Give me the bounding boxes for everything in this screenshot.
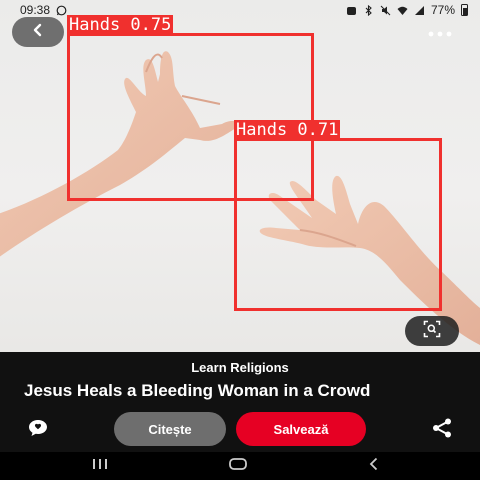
more-options-button[interactable] bbox=[421, 22, 459, 44]
share-button[interactable] bbox=[428, 418, 456, 442]
share-icon bbox=[431, 417, 453, 444]
whatsapp-icon bbox=[56, 5, 67, 16]
wifi-icon bbox=[397, 5, 408, 16]
chevron-left-icon bbox=[31, 23, 45, 42]
back-nav-button[interactable] bbox=[362, 457, 386, 476]
mute-icon bbox=[380, 5, 391, 16]
home-button[interactable] bbox=[226, 457, 250, 476]
visual-search-icon bbox=[423, 320, 441, 343]
detection-box-2 bbox=[234, 138, 442, 311]
recent-apps-button[interactable] bbox=[88, 458, 112, 474]
battery-icon bbox=[461, 4, 468, 16]
read-button[interactable]: Citește bbox=[114, 412, 226, 446]
status-time: 09:38 bbox=[20, 3, 51, 17]
source-name[interactable]: Learn Religions bbox=[0, 360, 480, 375]
more-dots-icon bbox=[428, 24, 452, 42]
notification-icon bbox=[346, 5, 357, 16]
status-bar: 09:38 77% bbox=[0, 0, 480, 20]
comment-button[interactable] bbox=[22, 418, 54, 442]
visual-search-button[interactable] bbox=[405, 316, 459, 346]
back-button[interactable] bbox=[12, 17, 64, 47]
comment-icon bbox=[27, 418, 49, 443]
back-nav-icon bbox=[367, 457, 381, 476]
battery-percent: 77% bbox=[430, 3, 455, 17]
bluetooth-icon bbox=[363, 4, 374, 16]
signal-icon bbox=[414, 5, 425, 16]
pin-info-panel: Learn Religions Jesus Heals a Bleeding W… bbox=[0, 352, 480, 452]
recent-apps-icon bbox=[91, 457, 109, 476]
home-icon bbox=[228, 457, 248, 476]
save-button[interactable]: Salvează bbox=[236, 412, 366, 446]
navigation-bar bbox=[0, 452, 480, 480]
detection-label-2: Hands 0.71 bbox=[234, 120, 341, 140]
pin-title: Jesus Heals a Bleeding Woman in a Crowd bbox=[24, 381, 371, 400]
